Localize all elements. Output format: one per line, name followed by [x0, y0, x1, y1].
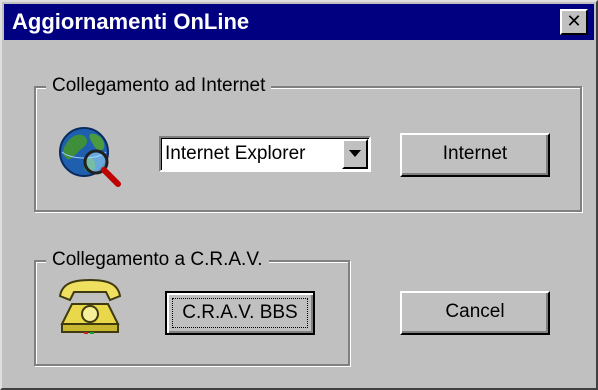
- dialog-window: Aggiornamenti OnLine ✕ Collegamento ad I…: [0, 0, 598, 390]
- title-bar[interactable]: Aggiornamenti OnLine ✕: [4, 4, 594, 40]
- crav-group-label: Collegamento a C.R.A.V.: [46, 248, 269, 272]
- browser-select-dropdown-button[interactable]: [342, 139, 368, 169]
- internet-button[interactable]: Internet: [400, 133, 550, 177]
- internet-group-label: Collegamento ad Internet: [46, 74, 272, 98]
- window-title: Aggiornamenti OnLine: [12, 9, 250, 34]
- telephone-icon: [54, 274, 126, 338]
- globe-search-icon: [52, 122, 128, 192]
- close-icon: ✕: [566, 11, 582, 32]
- cancel-button[interactable]: Cancel: [400, 291, 550, 335]
- browser-select[interactable]: Internet Explorer: [159, 136, 371, 172]
- crav-bbs-button[interactable]: C.R.A.V. BBS: [165, 291, 315, 335]
- crav-bbs-button-label: C.R.A.V. BBS: [172, 298, 308, 328]
- close-button[interactable]: ✕: [560, 9, 588, 35]
- chevron-down-icon: [349, 150, 361, 157]
- browser-select-value: Internet Explorer: [165, 143, 306, 164]
